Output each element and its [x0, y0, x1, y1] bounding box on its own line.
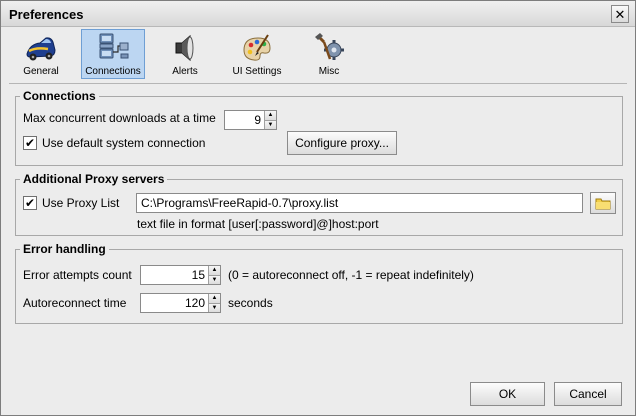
error-attempts-hint-row: (0 = autoreconnect off, -1 = repeat inde… [228, 268, 474, 282]
proxy-format-hint-row: text file in format [user[:password]@]ho… [137, 217, 379, 231]
tab-label: Alerts [172, 66, 198, 77]
decrement-button[interactable]: ▼ [209, 274, 220, 284]
tab-alerts[interactable]: Alerts [153, 29, 217, 79]
autoreconnect-stepper: ▲ ▼ [208, 294, 220, 312]
tab-label: General [23, 66, 59, 77]
autoreconnect-spinner: ▲ ▼ [140, 293, 221, 313]
max-downloads-spinner-wrap: ▲ ▼ [224, 110, 277, 130]
default-connection-checkbox[interactable]: ✔ [23, 136, 37, 150]
car-icon [26, 37, 56, 61]
increment-button[interactable]: ▲ [209, 294, 220, 303]
max-downloads-row: Max concurrent downloads at a time [23, 111, 216, 125]
use-proxy-list-checkbox[interactable]: ✔ [23, 196, 37, 210]
palette-icon [243, 34, 271, 61]
autoreconnect-unit: seconds [228, 296, 273, 310]
error-attempts-hint: (0 = autoreconnect off, -1 = repeat inde… [228, 268, 474, 282]
configure-proxy-button[interactable]: Configure proxy... [287, 131, 397, 155]
decrement-button[interactable]: ▼ [209, 302, 220, 312]
max-downloads-label: Max concurrent downloads at a time [23, 111, 216, 125]
use-proxy-list-row: ✔ Use Proxy List [23, 196, 119, 210]
use-proxy-list-label: Use Proxy List [42, 196, 120, 210]
error-attempts-spinner: ▲ ▼ [140, 265, 221, 285]
error-handling-legend: Error handling [23, 242, 106, 256]
error-attempts-spinner-wrap: ▲ ▼ [140, 265, 221, 285]
preferences-tabs: General Connections Alerts UI Settings M… [9, 29, 369, 81]
gears-tools-icon [315, 33, 344, 60]
tab-connections[interactable]: Connections [81, 29, 145, 79]
max-downloads-spinner: ▲ ▼ [224, 110, 277, 130]
tab-label: Misc [318, 66, 340, 77]
title-bar: Preferences ✕ [1, 1, 635, 27]
tab-label: UI Settings [232, 66, 282, 77]
increment-button[interactable]: ▲ [265, 111, 276, 120]
close-icon: ✕ [614, 6, 626, 22]
proxy-list-path-input[interactable] [136, 193, 583, 213]
error-attempts-label: Error attempts count [23, 268, 132, 282]
window-title: Preferences [9, 7, 84, 22]
default-connection-label: Use default system connection [42, 136, 206, 150]
close-button[interactable]: ✕ [611, 5, 629, 23]
tab-label: Connections [85, 66, 141, 77]
max-downloads-stepper: ▲ ▼ [264, 111, 276, 129]
default-connection-row: ✔ Use default system connection [23, 136, 205, 150]
autoreconnect-row: Autoreconnect time [23, 296, 126, 310]
proxy-legend: Additional Proxy servers [23, 172, 165, 186]
browse-folder-button[interactable] [590, 192, 616, 214]
tab-ui-settings[interactable]: UI Settings [225, 29, 289, 79]
autoreconnect-spinner-wrap: ▲ ▼ [140, 293, 221, 313]
max-downloads-input[interactable] [225, 111, 264, 129]
connections-legend: Connections [23, 89, 96, 103]
ok-button[interactable]: OK [470, 382, 545, 406]
autoreconnect-unit-row: seconds [228, 296, 273, 310]
folder-icon [595, 198, 611, 210]
decrement-button[interactable]: ▼ [265, 119, 276, 129]
network-computer-icon [99, 33, 129, 59]
error-attempts-stepper: ▲ ▼ [208, 266, 220, 284]
toolbar-divider [9, 83, 627, 84]
cancel-button[interactable]: Cancel [554, 382, 622, 406]
proxy-format-hint: text file in format [user[:password]@]ho… [137, 217, 379, 231]
preferences-window: Preferences ✕ General Connections Alerts… [0, 0, 636, 416]
speaker-icon [175, 34, 194, 62]
autoreconnect-input[interactable] [141, 294, 208, 312]
error-attempts-row: Error attempts count [23, 268, 132, 282]
autoreconnect-label: Autoreconnect time [23, 296, 127, 310]
tab-general[interactable]: General [9, 29, 73, 79]
error-handling-panel: Error handling [15, 242, 623, 324]
error-attempts-input[interactable] [141, 266, 208, 284]
tab-misc[interactable]: Misc [297, 29, 361, 79]
increment-button[interactable]: ▲ [209, 266, 220, 275]
